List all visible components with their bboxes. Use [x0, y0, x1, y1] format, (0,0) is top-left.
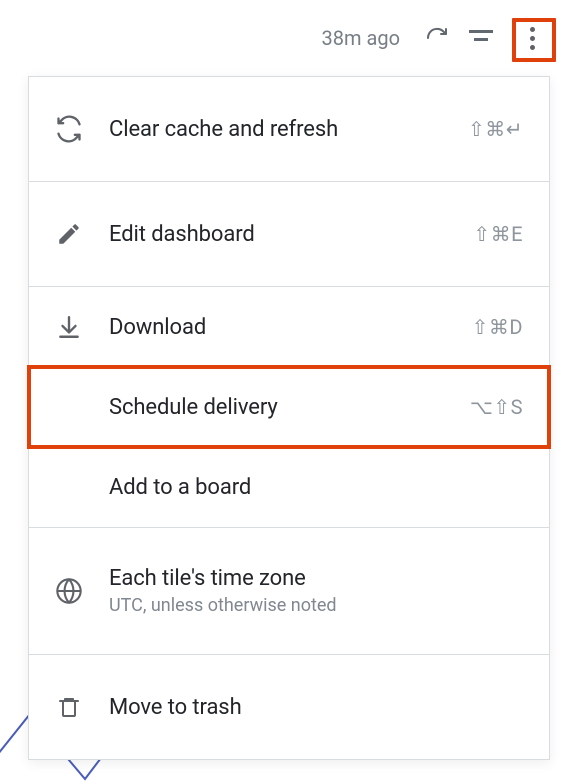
menu-item-shortcut: ⇧⌘↵ [468, 117, 523, 141]
menu-item-label: Each tile's time zone [109, 566, 523, 591]
menu-item-download[interactable]: Download ⇧⌘D [29, 287, 549, 367]
toolbar: 38m ago [322, 0, 566, 58]
menu-item-add-to-board[interactable]: Add to a board [29, 447, 549, 527]
menu-item-move-to-trash[interactable]: Move to trash [29, 655, 549, 759]
menu-item-shortcut: ⇧⌘E [473, 222, 523, 246]
menu-item-edit-dashboard[interactable]: Edit dashboard ⇧⌘E [29, 182, 549, 286]
refresh-icon[interactable] [424, 25, 450, 51]
menu-item-timezone[interactable]: Each tile's time zone UTC, unless otherw… [29, 528, 549, 654]
menu-item-clear-cache[interactable]: Clear cache and refresh ⇧⌘↵ [29, 77, 549, 181]
trash-icon [55, 693, 83, 721]
menu-item-label: Schedule delivery [109, 395, 444, 420]
globe-icon [55, 577, 83, 605]
more-menu-button[interactable] [512, 18, 552, 58]
menu-item-label: Download [109, 315, 446, 340]
menu-item-label: Add to a board [109, 475, 523, 500]
menu-item-label: Edit dashboard [109, 222, 447, 247]
sync-icon [55, 115, 83, 143]
icon-placeholder [55, 473, 83, 501]
pencil-icon [55, 220, 83, 248]
menu-item-label: Clear cache and refresh [109, 117, 442, 142]
download-icon [55, 313, 83, 341]
icon-placeholder [55, 393, 83, 421]
menu-item-shortcut: ⇧⌘D [472, 315, 523, 339]
filter-icon[interactable] [468, 25, 494, 51]
menu-item-schedule-delivery[interactable]: Schedule delivery ⌥⇧S [29, 367, 549, 447]
callout-highlight [512, 18, 556, 62]
last-updated-label: 38m ago [322, 26, 401, 50]
menu-item-sublabel: UTC, unless otherwise noted [109, 595, 523, 616]
menu-item-label: Move to trash [109, 695, 523, 720]
more-menu-dropdown: Clear cache and refresh ⇧⌘↵ Edit dashboa… [28, 76, 550, 760]
menu-item-shortcut: ⌥⇧S [470, 395, 523, 419]
